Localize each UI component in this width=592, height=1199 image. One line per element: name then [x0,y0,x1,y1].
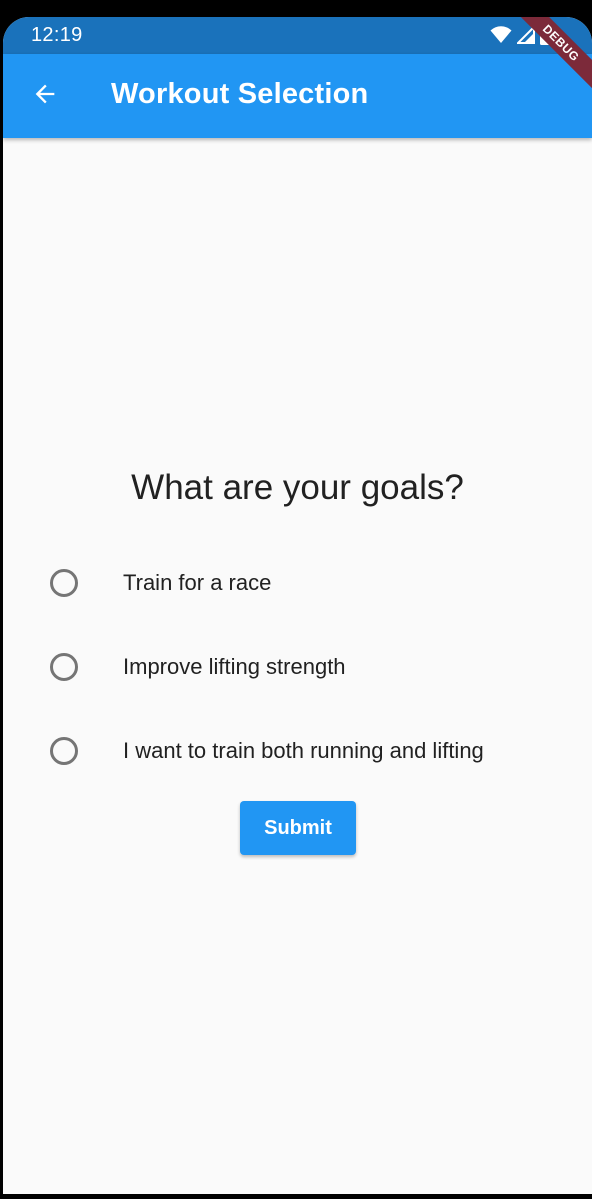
arrow-back-icon [31,80,59,113]
option-label: Improve lifting strength [123,654,346,679]
wifi-icon [490,26,512,49]
option-label: Train for a race [123,570,272,595]
app-bar: Workout Selection [3,54,592,138]
radio-button[interactable] [50,569,78,597]
option-label: I want to train both running and lifting [123,738,484,763]
option-improve-lifting[interactable]: Improve lifting strength [3,637,592,697]
phone-screen: 12:19 Workout Selection DEBUG What are y… [3,17,592,1194]
page-title: Workout Selection [111,78,369,110]
status-time: 12:19 [31,24,83,46]
radio-button[interactable] [50,737,78,765]
back-button[interactable] [17,68,73,124]
submit-button[interactable]: Submit [240,801,356,855]
question-heading: What are your goals? [131,468,464,507]
radio-button[interactable] [50,653,78,681]
main-content: What are your goals? Train for a race Im… [3,138,592,1194]
option-train-for-race[interactable]: Train for a race [3,553,592,613]
option-train-both[interactable]: I want to train both running and lifting [3,721,592,781]
status-bar: 12:19 [3,17,592,54]
